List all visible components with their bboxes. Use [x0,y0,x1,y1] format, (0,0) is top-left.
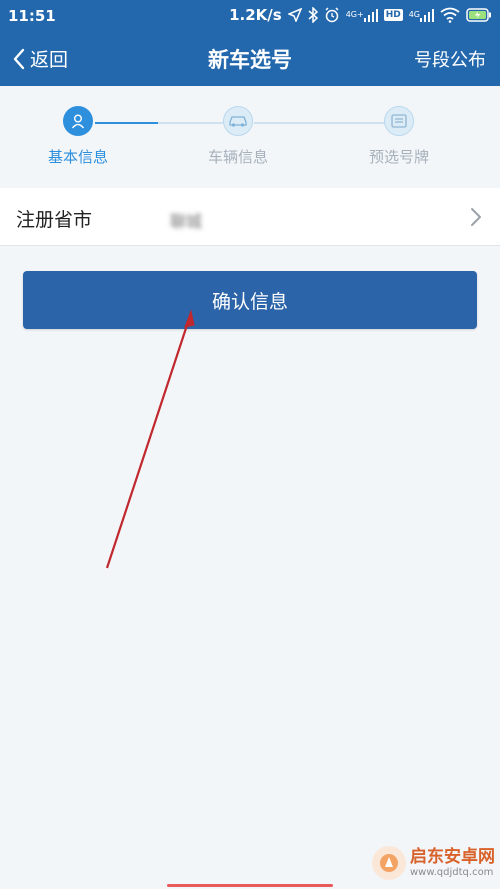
step-label: 车辆信息 [207,148,268,166]
watermark-logo-icon [372,846,406,880]
step-label: 预选号牌 [368,148,429,166]
wifi-icon [440,6,460,24]
watermark-url: www.qdjdtq.com [410,867,494,878]
step-basic-info: 基本信息 [18,106,138,167]
alarm-icon [324,6,340,24]
bluetooth-icon [308,6,318,24]
plate-icon [384,106,414,136]
battery-icon [466,6,492,24]
watermark: 启东安卓网 www.qdjdtq.com [372,846,495,880]
step-indicator: 基本信息 车辆信息 预选号牌 [0,86,500,188]
confirm-info-button[interactable]: 确认信息 [23,271,477,329]
status-bar: 11:51 1.2K/s 4G+ HD 4G [0,0,500,32]
hd-badge: HD [383,9,403,21]
province-city-row[interactable]: 注册省市 聊城 [0,188,500,246]
province-city-value: 聊城 [170,212,203,231]
location-arrow-icon [287,6,302,24]
chevron-right-icon [470,207,482,231]
step-vehicle-info: 车辆信息 [178,106,298,167]
number-range-announcement-link[interactable]: 号段公布 [414,46,486,72]
cell-signal-1-icon: 4G+ [346,6,378,24]
province-city-label: 注册省市 [16,209,93,231]
watermark-title: 启东安卓网 [410,847,495,867]
signal-2-label: 4G [408,10,420,19]
cell-signal-2-icon: 4G [409,6,434,24]
home-indicator[interactable] [167,884,333,887]
status-icons: 1.2K/s 4G+ HD 4G [229,6,492,24]
person-icon [63,106,93,136]
nav-bar: 返回 新车选号 号段公布 [0,32,500,86]
step-label: 基本信息 [47,148,108,166]
car-icon [223,106,253,136]
status-time: 11:51 [8,7,56,25]
step-preselect-plate: 预选号牌 [339,106,459,167]
network-speed: 1.2K/s [229,6,282,24]
signal-1-label: 4G+ [345,10,364,19]
